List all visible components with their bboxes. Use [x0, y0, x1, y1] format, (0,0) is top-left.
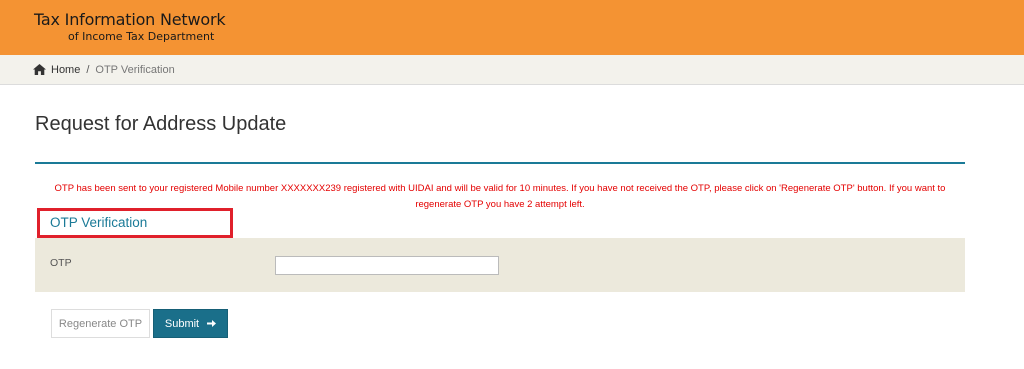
- arrow-right-icon: [207, 319, 217, 328]
- breadcrumb-home-link[interactable]: Home: [51, 64, 80, 76]
- otp-input[interactable]: [275, 256, 499, 275]
- breadcrumb-separator: /: [86, 63, 90, 76]
- regenerate-otp-button[interactable]: Regenerate OTP: [51, 309, 150, 338]
- page-title: Request for Address Update: [35, 113, 287, 135]
- site-header: Tax Information Network of Income Tax De…: [0, 0, 1024, 55]
- otp-form-panel: [35, 238, 965, 292]
- submit-button[interactable]: Submit: [153, 309, 228, 338]
- home-icon[interactable]: [33, 64, 46, 75]
- breadcrumb: Home / OTP Verification: [0, 55, 1024, 85]
- section-title: OTP Verification: [50, 215, 148, 230]
- regenerate-otp-label: Regenerate OTP: [58, 317, 143, 330]
- title-divider: [35, 162, 965, 164]
- breadcrumb-current: OTP Verification: [95, 63, 175, 76]
- submit-label: Submit: [164, 317, 200, 330]
- otp-label: OTP: [50, 257, 72, 269]
- brand-subtitle: of Income Tax Department: [68, 30, 215, 43]
- brand-title: Tax Information Network: [34, 10, 226, 29]
